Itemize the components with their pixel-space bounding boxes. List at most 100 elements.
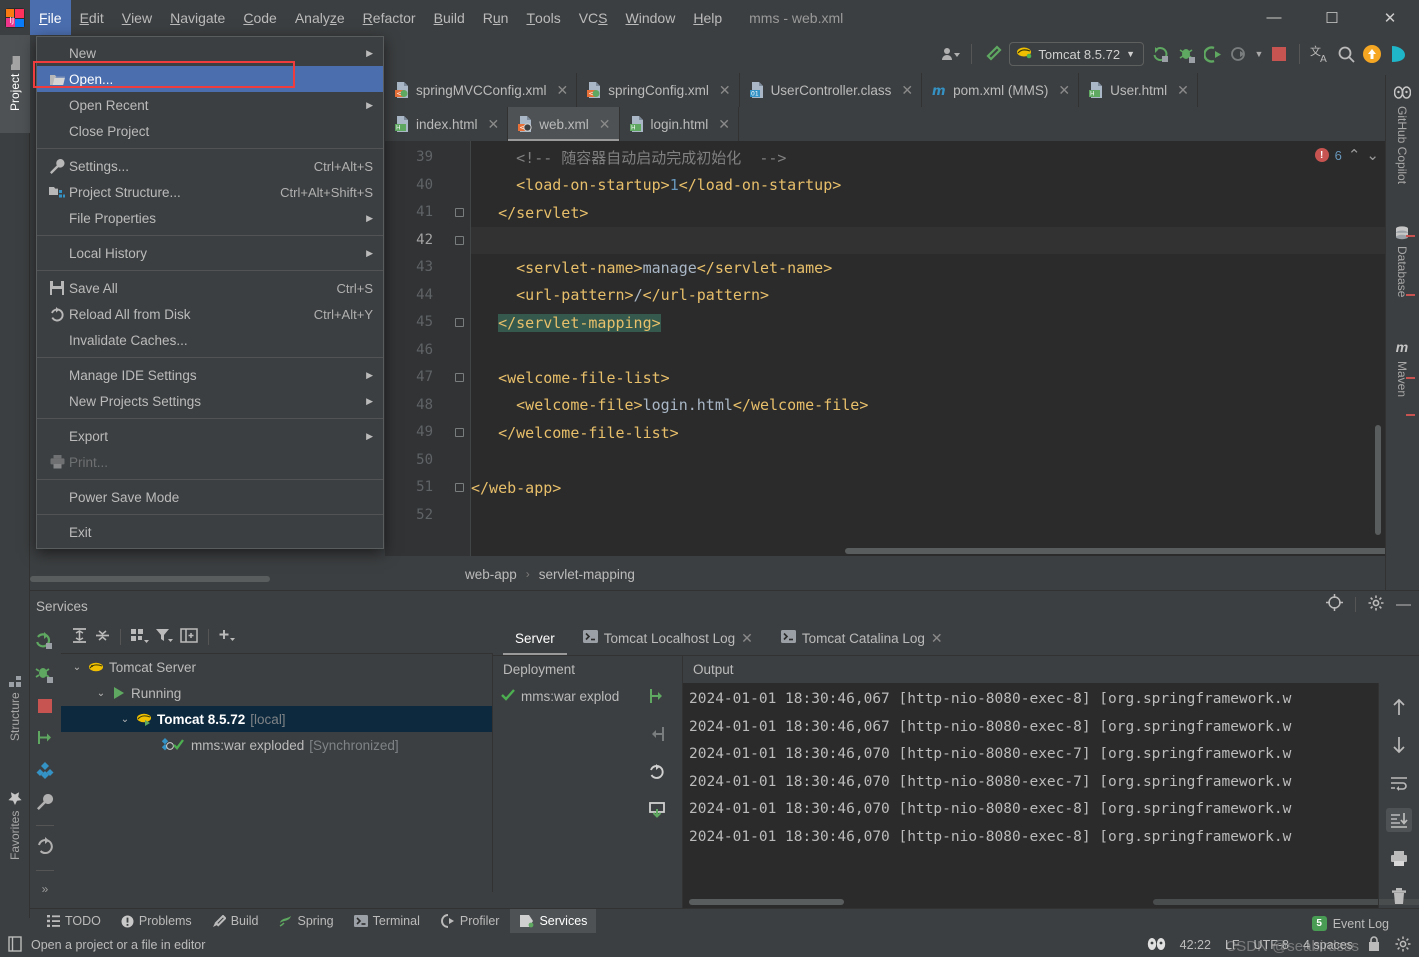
- services-tree[interactable]: ⌄ Tomcat Server ⌄ Running ⌄ Tomcat 8.5.72 [loc…: [61, 654, 493, 892]
- debug-icon[interactable]: [1174, 41, 1200, 67]
- add-service-view-icon[interactable]: [180, 627, 199, 647]
- file-menu-item-local-history[interactable]: Local History ▶: [37, 240, 383, 266]
- menu-run[interactable]: Run: [474, 0, 518, 35]
- event-log-widget[interactable]: 5 Event Log: [1311, 916, 1389, 931]
- user-dropdown-icon[interactable]: [938, 41, 964, 67]
- editor-tab-pom.xml-mms-[interactable]: m pom.xml (MMS) ✕: [922, 73, 1080, 107]
- search-everywhere-icon[interactable]: [1333, 41, 1359, 67]
- output-console[interactable]: 2024-01-01 18:30:46,067 [http-nio-8080-e…: [683, 683, 1378, 908]
- close-button[interactable]: ✕: [1361, 0, 1419, 35]
- profile-icon[interactable]: [1226, 41, 1252, 67]
- editor-vertical-scrollbar[interactable]: [1375, 425, 1381, 535]
- translate-icon[interactable]: 文 A: [1307, 41, 1333, 67]
- breadcrumb-item-0[interactable]: web-app: [465, 567, 517, 582]
- tool-window-terminal[interactable]: Terminal: [345, 909, 429, 934]
- refresh-icon[interactable]: [36, 837, 55, 859]
- code-editor[interactable]: <!-- 随容器自动启动完成初始化 --> <load-on-startup> 1…: [385, 141, 1385, 556]
- deployment-horizontal-scrollbar[interactable]: [689, 899, 844, 905]
- menu-help[interactable]: Help: [684, 0, 731, 35]
- editor-tab-login.html[interactable]: Hlogin.html ✕: [620, 107, 740, 141]
- add-icon[interactable]: [218, 627, 237, 647]
- menu-window[interactable]: Window: [617, 0, 685, 35]
- locate-icon[interactable]: [1326, 594, 1343, 614]
- tool-window-todo[interactable]: TODO: [38, 909, 110, 934]
- group-by-icon[interactable]: [130, 627, 149, 647]
- lock-icon[interactable]: [1367, 935, 1381, 955]
- indent-setting[interactable]: 4 spaces: [1303, 938, 1353, 952]
- breadcrumb-item-1[interactable]: servlet-mapping: [539, 567, 635, 582]
- scroll-to-end-icon[interactable]: [1386, 808, 1412, 833]
- menu-navigate[interactable]: Navigate: [161, 0, 234, 35]
- line-separator[interactable]: LF: [1225, 938, 1240, 952]
- chevron-down-icon[interactable]: ⌄: [71, 662, 83, 673]
- tool-window-problems[interactable]: Problems: [112, 909, 201, 934]
- file-menu-item-close-project[interactable]: Close Project: [37, 118, 383, 144]
- redeploy-icon[interactable]: [36, 728, 55, 750]
- services-tree-node[interactable]: ⌄ Tomcat 8.5.72 [local]: [61, 706, 492, 732]
- fold-marker[interactable]: [455, 373, 464, 382]
- fold-marker[interactable]: [455, 483, 464, 492]
- log-tab-tomcat-localhost-log[interactable]: Tomcat Localhost Log ✕: [571, 621, 765, 655]
- close-icon[interactable]: ✕: [557, 82, 569, 99]
- sidebar-item-structure[interactable]: Structure: [0, 658, 30, 758]
- filter-icon[interactable]: [155, 627, 174, 647]
- menu-file[interactable]: File: [30, 0, 71, 35]
- file-menu-item-power-save-mode[interactable]: Power Save Mode: [37, 484, 383, 510]
- wrench-icon[interactable]: [36, 793, 54, 814]
- minimize-button[interactable]: —: [1245, 0, 1303, 35]
- services-tree-node[interactable]: ⌄ Running: [61, 680, 492, 706]
- file-menu-item-reload-all-from-disk[interactable]: Reload All from Disk Ctrl+Alt+Y: [37, 301, 383, 327]
- copilot-status-icon[interactable]: [1147, 936, 1166, 955]
- editor-tab-user.html[interactable]: H User.html ✕: [1079, 73, 1198, 107]
- hammer-icon[interactable]: [979, 41, 1005, 67]
- restart-icon[interactable]: [648, 763, 666, 784]
- menu-analyze[interactable]: Analy z e: [286, 0, 354, 35]
- sidebar-item-maven[interactable]: m Maven: [1385, 333, 1419, 419]
- file-menu-item-settings[interactable]: Settings... Ctrl+Alt+S: [37, 153, 383, 179]
- close-icon[interactable]: ✕: [931, 630, 943, 647]
- collapse-all-icon[interactable]: [94, 627, 111, 647]
- chevron-down-icon[interactable]: ⌄: [119, 714, 131, 725]
- run-icon[interactable]: [1148, 41, 1174, 67]
- soft-wrap-icon[interactable]: [1386, 771, 1412, 795]
- deployment-list[interactable]: mms:war explod: [493, 683, 683, 908]
- sidebar-item-project[interactable]: Project: [0, 35, 30, 133]
- fold-marker[interactable]: [455, 235, 464, 245]
- menu-refactor[interactable]: Refactor: [354, 0, 425, 35]
- profile-dropdown-icon[interactable]: ▼: [1252, 41, 1266, 67]
- editor-inspection-widget[interactable]: ! 6 ⌃ ⌄: [1314, 146, 1379, 164]
- editor-fold-column[interactable]: [447, 141, 471, 556]
- services-tree-node[interactable]: mms:war exploded [Synchronized]: [61, 732, 492, 758]
- redeploy-artifact-icon[interactable]: [648, 687, 666, 708]
- log-tab-tomcat-catalina-log[interactable]: Tomcat Catalina Log ✕: [769, 621, 955, 655]
- close-icon[interactable]: ✕: [1177, 82, 1189, 99]
- file-menu-item-project-structure[interactable]: Project Structure... Ctrl+Alt+Shift+S: [37, 179, 383, 205]
- hide-icon[interactable]: —: [1396, 596, 1411, 613]
- scroll-down-icon[interactable]: [1386, 733, 1412, 757]
- close-icon[interactable]: ✕: [488, 116, 500, 133]
- file-menu-item-invalidate-caches[interactable]: Invalidate Caches...: [37, 327, 383, 353]
- run-with-coverage-icon[interactable]: [1200, 41, 1226, 67]
- close-icon[interactable]: ✕: [901, 82, 913, 99]
- caret-position[interactable]: 42:22: [1180, 938, 1211, 952]
- copilot-icon[interactable]: [1385, 41, 1411, 67]
- trash-icon[interactable]: [1386, 884, 1412, 908]
- update-icon[interactable]: [1359, 41, 1385, 67]
- sidebar-item-github-copilot[interactable]: GitHub Copilot: [1385, 79, 1419, 207]
- tool-window-spring[interactable]: Spring: [269, 909, 342, 934]
- file-menu-item-open-recent[interactable]: Open Recent ▶: [37, 92, 383, 118]
- close-icon[interactable]: ✕: [741, 630, 753, 647]
- editor-code-area[interactable]: <!-- 随容器自动启动完成初始化 --> <load-on-startup> 1…: [471, 141, 1385, 556]
- file-encoding[interactable]: UTF-8: [1254, 938, 1289, 952]
- editor-horizontal-scrollbar[interactable]: [845, 548, 1385, 554]
- run-configuration-selector[interactable]: Tomcat 8.5.72 ▼: [1009, 42, 1144, 66]
- tool-window-profiler[interactable]: Profiler: [431, 909, 509, 934]
- undeploy-artifact-icon[interactable]: [648, 725, 666, 746]
- file-menu-item-new[interactable]: New ▶: [37, 40, 383, 66]
- expand-all-icon[interactable]: [71, 627, 88, 647]
- debug-icon[interactable]: [35, 665, 55, 688]
- file-menu-item-exit[interactable]: Exit: [37, 519, 383, 545]
- menu-view[interactable]: View: [113, 0, 161, 35]
- print-icon[interactable]: [1386, 846, 1412, 870]
- fold-marker[interactable]: [455, 428, 464, 437]
